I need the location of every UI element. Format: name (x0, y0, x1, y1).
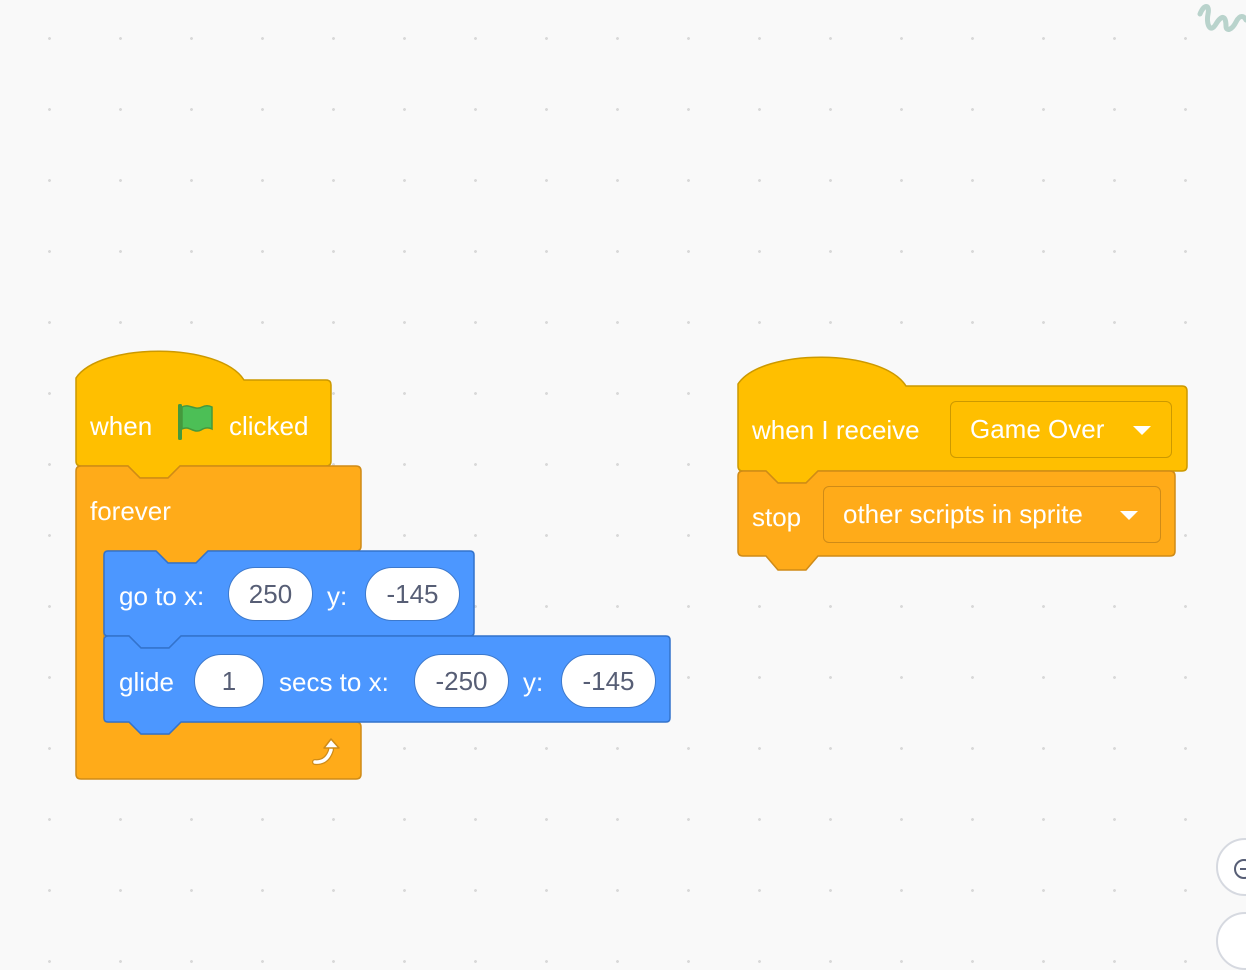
green-flag-icon (178, 404, 213, 440)
forever-label: forever (90, 496, 171, 526)
glide-secs-to-x-label: secs to x: (279, 667, 389, 697)
glide-y-input[interactable]: -145 (561, 654, 656, 708)
clicked-label: clicked (229, 411, 309, 441)
glide-x-input[interactable]: -250 (414, 654, 509, 708)
when-i-receive-label: when I receive (752, 415, 920, 445)
zoom-in-icon (1234, 859, 1246, 879)
stop-label: stop (752, 502, 802, 532)
glide-shape (103, 635, 671, 735)
forever-shape (75, 465, 362, 780)
glide-label: glide (119, 667, 174, 697)
zoom-out-button[interactable] (1216, 912, 1246, 970)
when-i-receive-shape (737, 356, 1188, 484)
go-to-xy-shape (103, 550, 475, 649)
when-flag-clicked-shape (75, 350, 332, 479)
glide-y-label: y: (523, 667, 544, 697)
chevron-down-icon (1133, 426, 1151, 435)
glide-secs-input[interactable]: 1 (194, 654, 264, 708)
loop-arrow-icon (312, 738, 340, 766)
go-to-x-input[interactable]: 250 (228, 567, 313, 621)
go-to-y-input[interactable]: -145 (365, 567, 460, 621)
when-label: when (90, 411, 153, 441)
go-to-x-label: go to x: (119, 581, 205, 611)
zoom-in-button[interactable] (1216, 838, 1246, 896)
chevron-down-icon (1120, 511, 1138, 520)
go-to-y-label: y: (327, 581, 348, 611)
stop-shape (737, 470, 1176, 571)
code-workspace[interactable]: when clicked forever go to x: 250 y: -14… (0, 0, 1246, 970)
sprite-watermark-icon (1197, 4, 1246, 32)
stop-option-value: other scripts in sprite (843, 499, 1083, 529)
message-dropdown[interactable]: Game Over (950, 401, 1172, 458)
message-dropdown-value: Game Over (970, 414, 1105, 444)
stop-option-dropdown[interactable]: other scripts in sprite (823, 486, 1161, 543)
